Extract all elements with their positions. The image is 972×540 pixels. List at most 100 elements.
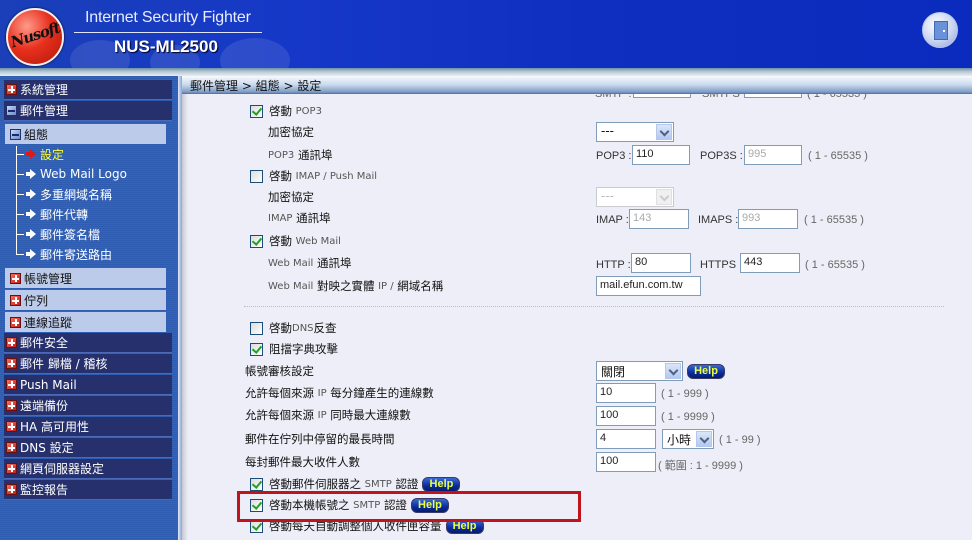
dns-reverse-label: 啓動: [269, 321, 292, 335]
sidebar-item-remote-backup[interactable]: 遠端備份: [4, 396, 172, 416]
sidebar-item-label: 系統管理: [20, 83, 69, 97]
imap-encrypt-label: 加密協定: [268, 189, 314, 205]
max-concurrent-text-ip: IP: [317, 409, 327, 421]
conn-per-minute-text-ip: IP: [317, 387, 327, 399]
sidebar-leaf-label: 多重網域名稱: [40, 187, 113, 202]
webmail-enable-row: 啓動 Web Mail: [250, 233, 341, 249]
sidebar-leaf-label: 郵件寄送路由: [40, 247, 113, 262]
webmail-host-label-ip: IP /: [378, 280, 394, 292]
breadcrumb: 郵件管理 > 組態 > 設定: [190, 79, 322, 93]
max-recipients-input[interactable]: 100: [596, 452, 656, 472]
arrow-right-icon: [26, 149, 36, 159]
breadcrumb-bar: 郵件管理 > 組態 > 設定: [182, 76, 972, 94]
pop3-port-label-text: 通訊埠: [297, 148, 333, 162]
arrow-right-icon: [26, 249, 36, 259]
sidebar-leaf-routing[interactable]: 郵件寄送路由: [14, 244, 112, 264]
sidebar-item-web-server-settings[interactable]: 網頁伺服器設定: [4, 459, 172, 479]
webmail-host-label-mid: 對映之實體: [316, 279, 375, 293]
pop3-encrypt-label: 加密協定: [268, 124, 314, 140]
pop3s-port-input[interactable]: 995: [744, 145, 802, 165]
sidebar-group-label: 佇列: [24, 293, 49, 308]
arrow-right-icon: [26, 209, 36, 219]
expand-plus-icon: [6, 421, 17, 432]
account-audit-select[interactable]: 關閉: [596, 361, 683, 381]
sidebar-leaf-settings[interactable]: 設定: [14, 144, 64, 164]
sidebar-leaf-signature[interactable]: 郵件簽名檔: [14, 224, 100, 244]
sidebar-item-dns-settings[interactable]: DNS 設定: [4, 438, 172, 458]
sidebar-group-configuration[interactable]: 組態: [5, 124, 166, 144]
chevron-down-icon: [656, 124, 672, 140]
sidebar-item-label: HA 高可用性: [20, 420, 90, 434]
expand-plus-icon: [6, 337, 17, 348]
sidebar-leaf-mail-relay[interactable]: 郵件代轉: [14, 204, 88, 224]
webmail-host-label: Web Mail 對映之實體 IP / 網域名稱: [268, 278, 443, 294]
tree-branch: [16, 233, 24, 235]
https-port-input[interactable]: 443: [740, 253, 800, 273]
imap-enable-row: 啓動 IMAP / Push Mail: [250, 168, 377, 184]
expand-plus-icon: [6, 379, 17, 390]
imap-port1-label: IMAP :: [596, 214, 629, 226]
account-audit-help-wrap: Help: [683, 363, 725, 379]
imap-enable-label: 啓動: [269, 169, 292, 183]
imap-encrypt-select[interactable]: ---: [596, 187, 674, 207]
sidebar-item-mail-security[interactable]: 郵件安全: [4, 333, 172, 353]
webmail-enable-checkbox[interactable]: [250, 234, 263, 248]
queue-time-unit-select[interactable]: 小時: [662, 429, 714, 449]
sidebar-group-connection-tracking[interactable]: 連線追蹤: [5, 312, 166, 332]
sidebar-item-monitoring-reports[interactable]: 監控報告: [4, 480, 172, 500]
imap-enable-checkbox[interactable]: [250, 169, 263, 183]
sidebar-item-push-mail[interactable]: Push Mail: [4, 375, 172, 395]
sidebar-item-label: DNS 設定: [20, 441, 74, 455]
imap-port-input[interactable]: 143: [629, 209, 689, 229]
sidebar-group-queue[interactable]: 佇列: [5, 290, 166, 310]
logout-button[interactable]: [922, 12, 958, 48]
sidebar-item-mail-archive[interactable]: 郵件 歸檔 / 稽核: [4, 354, 172, 374]
arrow-right-icon: [26, 229, 36, 239]
tree-branch: [16, 153, 24, 155]
pop3-port-input[interactable]: 110: [632, 145, 690, 165]
max-recipients-label: 每封郵件最大收件人數: [245, 454, 360, 470]
sidebar-leaf-webmail-logo[interactable]: Web Mail Logo: [14, 164, 127, 184]
sidebar-group-account-management[interactable]: 帳號管理: [5, 268, 166, 288]
queue-time-label: 郵件在佇列中停留的最長時間: [245, 431, 395, 447]
sidebar-leaf-multi-domain[interactable]: 多重網域名稱: [14, 184, 112, 204]
smtp-auth-server-help-button[interactable]: Help: [422, 476, 461, 492]
expand-plus-icon: [6, 484, 17, 495]
conn-per-minute-input[interactable]: 10: [596, 383, 656, 403]
sidebar-item-high-availability[interactable]: HA 高可用性: [4, 417, 172, 437]
http-port-input[interactable]: 80: [631, 253, 691, 273]
pop3-enable-checkbox[interactable]: [250, 104, 263, 118]
sidebar-item-label: 郵件安全: [20, 336, 69, 350]
expand-plus-icon: [6, 463, 17, 474]
webmail-port-label-en: Web Mail: [268, 257, 314, 269]
sidebar-item-label: 郵件管理: [20, 104, 69, 118]
pop3-enable-label-en: POP3: [295, 105, 322, 117]
expand-plus-icon: [10, 272, 21, 284]
sidebar-leaf-label: 郵件代轉: [40, 207, 89, 222]
sidebar-item-mail-management[interactable]: 郵件管理: [4, 101, 172, 121]
account-audit-label: 帳號審核設定: [245, 363, 314, 379]
webmail-host-input[interactable]: mail.efun.com.tw: [596, 276, 701, 296]
sidebar-item-label: 監控報告: [20, 483, 69, 497]
pop3-encrypt-text: 加密協定: [268, 125, 314, 139]
dns-reverse-checkbox[interactable]: [250, 321, 263, 335]
webmail-port-range: ( 1 - 65535 ): [805, 259, 865, 271]
queue-time-input[interactable]: 4: [596, 429, 656, 449]
expand-plus-icon: [6, 400, 17, 411]
title-divider: [74, 32, 262, 33]
header-bottom-bar: [0, 68, 972, 76]
sidebar-item-system-management[interactable]: 系統管理: [4, 80, 172, 100]
dictionary-block-checkbox[interactable]: [250, 342, 263, 356]
smtp-auth-server-checkbox[interactable]: [250, 477, 263, 491]
imaps-port-input[interactable]: 993: [738, 209, 798, 229]
account-audit-help-button[interactable]: Help: [687, 364, 725, 379]
max-concurrent-input[interactable]: 100: [596, 406, 656, 426]
pop3-port-label: POP3 通訊埠: [268, 147, 332, 163]
webmail-port-label: Web Mail 通訊埠: [268, 255, 351, 271]
smtp-auth-server-text-en: SMTP: [364, 478, 392, 490]
tree-branch: [16, 253, 24, 255]
conn-per-minute-text-a: 允許每個來源: [245, 386, 314, 400]
main-content: SMTP : SMTPS : ( 1 - 65535 ) 郵件管理 > 組態 >…: [182, 76, 972, 540]
arrow-right-icon: [26, 169, 36, 179]
pop3-encrypt-select[interactable]: ---: [596, 122, 674, 142]
